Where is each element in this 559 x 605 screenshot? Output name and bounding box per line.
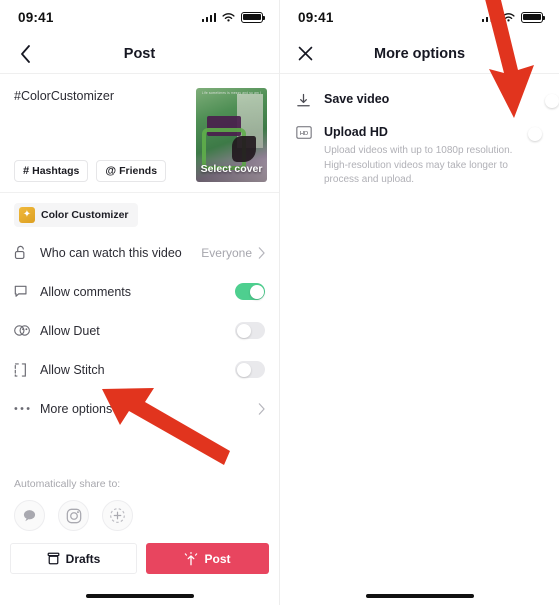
cover-top-caption: Life sometimes is messy and so am I: [201, 90, 262, 95]
comment-bubble-icon: [14, 285, 40, 299]
color-customizer-badge[interactable]: ✦ Color Customizer: [14, 203, 138, 227]
post-arrow-icon: [185, 551, 198, 565]
status-bar-right: 09:41: [280, 0, 559, 34]
post-screen: 09:41 Post #ColorCustomizer # Hashtags @…: [0, 0, 280, 605]
save-video-label: Save video: [324, 92, 390, 106]
settings-list: Who can watch this video Everyone Allow …: [0, 233, 279, 428]
duet-icon: [14, 324, 40, 337]
auto-share-icons: [14, 500, 133, 531]
drafts-box-icon: [47, 552, 60, 565]
color-customizer-badge-row: ✦ Color Customizer: [0, 193, 279, 233]
at-mention-icon: @: [105, 165, 117, 177]
messages-share-icon[interactable]: [14, 500, 45, 531]
add-more-share-icon[interactable]: [102, 500, 133, 531]
caption-input[interactable]: #ColorCustomizer: [14, 88, 186, 104]
home-indicator-left: [85, 593, 194, 598]
auto-share-title: Automatically share to:: [14, 478, 121, 490]
row-label: Allow Duet: [40, 323, 100, 338]
bottom-button-bar: Drafts Post: [10, 543, 269, 574]
sparkle-wand-icon: ✦: [19, 207, 35, 223]
download-icon: [296, 92, 324, 113]
allow-stitch-toggle[interactable]: [235, 361, 265, 378]
friends-chip-label: Friends: [119, 165, 158, 177]
drafts-button[interactable]: Drafts: [10, 543, 137, 574]
nav-bar-left: Post: [0, 34, 279, 74]
select-cover-thumbnail[interactable]: Life sometimes is messy and so am I Sele…: [196, 88, 267, 182]
color-customizer-label: Color Customizer: [41, 209, 129, 221]
status-time: 09:41: [18, 9, 54, 25]
signal-bars-icon: [481, 12, 496, 22]
upload-hd-label: Upload HD: [324, 125, 388, 139]
hashtags-chip-label: Hashtags: [32, 165, 80, 177]
friends-chip[interactable]: @ Friends: [96, 160, 167, 182]
row-allow-stitch[interactable]: Allow Stitch: [14, 350, 265, 389]
instagram-share-icon[interactable]: [58, 500, 89, 531]
select-cover-label: Select cover: [196, 159, 267, 182]
save-video-main: Save video: [324, 92, 543, 106]
wifi-icon: [222, 12, 235, 22]
more-options-list: Save video HD Upload HD Upload videos wi…: [280, 74, 559, 188]
status-icons: [201, 11, 266, 23]
caption-chips: # Hashtags @ Friends: [14, 160, 186, 182]
auto-share-section: Automatically share to:: [14, 478, 133, 531]
allow-comments-toggle[interactable]: [235, 283, 265, 300]
dual-phone-screenshot: 09:41 Post #ColorCustomizer # Hashtags @…: [0, 0, 559, 605]
row-who-can-watch[interactable]: Who can watch this video Everyone: [14, 233, 265, 272]
home-indicator-right: [365, 593, 474, 598]
row-label: Who can watch this video: [40, 245, 182, 260]
close-button[interactable]: [292, 41, 318, 67]
row-upload-hd[interactable]: HD Upload HD Upload videos with up to 10…: [296, 113, 543, 188]
status-bar-left: 09:41: [0, 0, 279, 34]
upload-hd-main: Upload HD Upload videos with up to 1080p…: [324, 125, 543, 188]
upload-hd-description: Upload videos with up to 1080p resolutio…: [324, 145, 513, 185]
drafts-button-label: Drafts: [65, 551, 101, 566]
chevron-right-icon: [258, 402, 265, 415]
who-can-watch-value: Everyone: [201, 245, 252, 260]
page-title: More options: [373, 45, 466, 62]
unlock-icon: [14, 245, 40, 260]
hashtags-chip[interactable]: # Hashtags: [14, 160, 89, 182]
row-label: Allow Stitch: [40, 362, 105, 377]
status-icons: [481, 11, 546, 23]
battery-icon: [241, 11, 266, 23]
wifi-icon: [502, 12, 515, 22]
post-button-label: Post: [204, 551, 231, 566]
hashtag-icon: #: [23, 165, 30, 177]
page-title: Post: [123, 45, 156, 62]
more-options-screen: 09:41 More options Save video HD Upload …: [280, 0, 559, 605]
cover-top-caption-bar: Life sometimes is messy and so am I: [196, 88, 267, 97]
stitch-icon: [14, 362, 40, 377]
status-time: 09:41: [298, 9, 334, 25]
caption-block: #ColorCustomizer # Hashtags @ Friends Li…: [0, 74, 279, 192]
signal-bars-icon: [201, 12, 216, 22]
caption-column: #ColorCustomizer # Hashtags @ Friends: [14, 88, 186, 182]
svg-text:HD: HD: [300, 131, 308, 137]
allow-duet-toggle[interactable]: [235, 322, 265, 339]
back-button[interactable]: [12, 41, 38, 67]
chevron-right-icon: [258, 246, 265, 259]
close-x-icon: [298, 46, 312, 61]
row-allow-comments[interactable]: Allow comments: [14, 272, 265, 311]
row-label: Allow comments: [40, 284, 131, 299]
row-more-options[interactable]: More options: [14, 389, 265, 428]
row-label: More options: [40, 401, 113, 416]
nav-bar-right: More options: [280, 34, 559, 74]
battery-icon: [521, 11, 546, 23]
hd-icon: HD: [296, 125, 324, 144]
post-button[interactable]: Post: [146, 543, 269, 574]
ellipsis-icon: [14, 406, 40, 411]
row-save-video[interactable]: Save video: [296, 80, 543, 113]
chevron-left-icon: [20, 44, 30, 63]
row-allow-duet[interactable]: Allow Duet: [14, 311, 265, 350]
